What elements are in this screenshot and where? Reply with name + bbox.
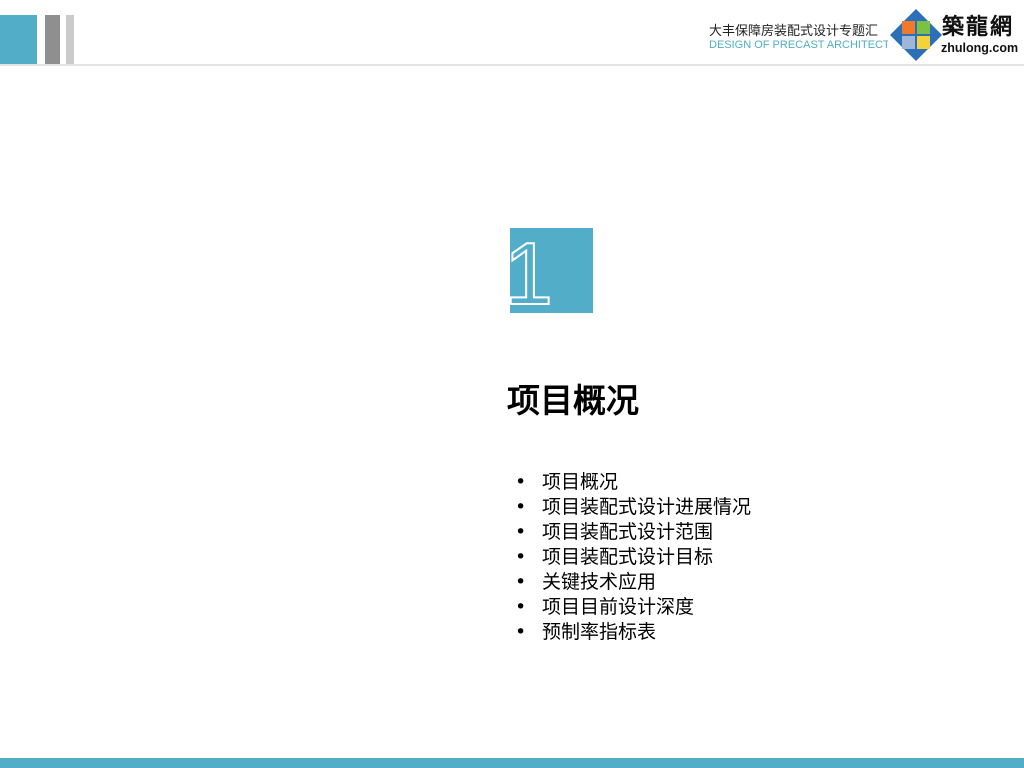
accent-block-light-gray — [66, 15, 74, 65]
list-item: • 项目装配式设计范围 — [515, 521, 714, 543]
section-title: 项目概况 — [507, 381, 639, 420]
zhulong-logo: 築龍網 zhulong.com — [888, 7, 1024, 63]
logo-text-cn: 築龍網 — [942, 14, 1015, 40]
list-item: • 项目装配式设计进展情况 — [515, 496, 752, 518]
accent-block-teal — [0, 15, 37, 65]
list-item: • 项目概况 — [515, 471, 619, 493]
header-title: 大丰保障房装配式设计专题汇 — [709, 24, 879, 39]
section-outline-list: • 项目概况 • 项目装配式设计进展情况 • 项目装配式设计范围 • 项目装配式设计目标… — [515, 470, 751, 645]
header-divider — [0, 64, 1024, 66]
section-number-box: 1 — [510, 228, 593, 313]
header-subtitle: DESIGN OF PRECAST ARCHITECTURE — [709, 39, 889, 51]
logo-mark-icon — [890, 9, 942, 61]
list-item: • 关键技术应用 — [515, 571, 657, 593]
accent-block-gray — [45, 15, 60, 65]
list-item: • 项目目前设计深度 — [515, 596, 695, 618]
section-number: 1 — [510, 228, 554, 314]
list-item: • 项目装配式设计目标 — [515, 546, 714, 568]
footer-bar — [0, 758, 1024, 768]
logo-text-en: zhulong.com — [941, 41, 1019, 55]
list-item: • 预制率指标表 — [515, 621, 657, 643]
